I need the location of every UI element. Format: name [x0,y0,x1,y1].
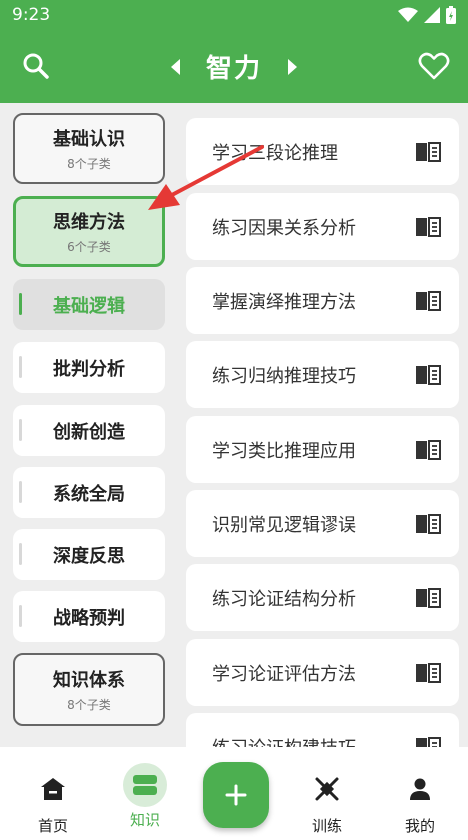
status-icons [398,6,456,24]
list-item[interactable]: 练习因果关系分析 [186,193,459,260]
indicator [19,481,22,503]
book-icon [416,365,441,385]
favorite-button[interactable] [418,50,450,82]
chevron-right-icon [288,58,297,75]
subcategory-systems[interactable]: 系统全局 [13,467,165,518]
category-card-basic-knowledge[interactable]: 基础认识 8个子类 [13,113,165,184]
profile-icon [410,778,430,800]
subcategory-label: 批判分析 [53,358,125,380]
knowledge-icon [133,775,157,795]
category-title: 思维方法 [53,212,125,233]
list-item[interactable]: 练习论证构建技巧 [186,713,459,747]
item-label: 练习归纳推理技巧 [212,365,356,387]
home-icon [41,778,65,800]
category-title: 基础认识 [53,129,125,150]
nav-training[interactable]: 训练 [292,747,362,840]
category-subtitle: 8个子类 [67,698,111,712]
indicator [19,543,22,565]
list-item[interactable]: 学习类比推理应用 [186,416,459,483]
nav-knowledge[interactable]: 知识 [110,747,180,840]
status-time: 9:23 [12,5,51,25]
list-item[interactable]: 识别常见逻辑谬误 [186,490,459,557]
indicator [19,419,22,441]
subcategory-label: 基础逻辑 [53,295,125,317]
item-label: 掌握演绎推理方法 [212,291,356,313]
book-icon [416,440,441,460]
item-label: 学习类比推理应用 [212,440,356,462]
active-indicator [19,293,22,315]
heart-icon [418,52,450,80]
category-card-thinking-methods[interactable]: 思维方法 6个子类 [13,196,165,267]
nav-icon-wrap [31,771,75,807]
nav-icon-wrap [305,771,349,807]
nav-label: 首页 [37,817,68,835]
nav-label: 我的 [404,817,435,835]
nav-profile[interactable]: 我的 [385,747,455,840]
subcategory-innovation[interactable]: 创新创造 [13,405,165,456]
book-icon [416,663,441,683]
book-icon [416,588,441,608]
subcategory-strategy[interactable]: 战略预判 [13,591,165,642]
category-sidebar[interactable]: 基础认识 8个子类 思维方法 6个子类 基础逻辑 批判分析 创新创造 系统全局 … [0,103,178,747]
chevron-left-icon [170,58,180,75]
nav-label: 知识 [129,811,160,829]
prev-button[interactable] [168,57,182,77]
book-icon [416,514,441,534]
nav-label: 训练 [311,817,342,835]
subcategory-critical-analysis[interactable]: 批判分析 [13,342,165,393]
add-button[interactable] [203,762,269,828]
book-icon [416,291,441,311]
item-label: 学习论证评估方法 [212,663,356,685]
title-group: 智力 [0,48,468,85]
battery-icon [446,6,456,24]
item-label: 练习因果关系分析 [212,217,356,239]
indicator [19,356,22,378]
category-card-knowledge-system[interactable]: 知识体系 8个子类 [13,653,165,726]
app-bar: 智力 [0,30,468,103]
subcategory-label: 战略预判 [53,607,125,629]
next-button[interactable] [286,57,300,77]
plus-icon [225,784,247,806]
subcategory-basic-logic[interactable]: 基础逻辑 [13,279,165,330]
list-item[interactable]: 学习论证评估方法 [186,639,459,706]
category-title: 知识体系 [53,670,125,691]
training-icon [315,777,339,801]
list-item[interactable]: 练习归纳推理技巧 [186,341,459,408]
item-label: 学习三段论推理 [212,142,338,164]
subcategory-reflection[interactable]: 深度反思 [13,529,165,580]
category-subtitle: 8个子类 [67,157,111,171]
subcategory-label: 创新创造 [53,421,125,443]
list-item[interactable]: 练习论证结构分析 [186,564,459,631]
page-title: 智力 [205,54,262,84]
book-icon [416,737,441,747]
book-icon [416,217,441,237]
item-label: 练习论证结构分析 [212,588,356,610]
nav-icon-wrap [398,771,442,807]
wifi-icon [398,7,418,22]
topic-list[interactable]: 学习三段论推理 练习因果关系分析 掌握演绎推理方法 练习归纳推理技巧 学习类比推… [186,103,459,747]
signal-icon [424,7,440,23]
list-item[interactable]: 掌握演绎推理方法 [186,267,459,334]
bottom-nav: 首页 知识 训练 我的 [0,747,468,840]
subcategory-label: 深度反思 [53,545,125,567]
nav-home[interactable]: 首页 [18,747,88,840]
subcategory-label: 系统全局 [53,483,125,505]
item-label: 识别常见逻辑谬误 [212,514,356,536]
list-item[interactable]: 学习三段论推理 [186,118,459,185]
indicator [19,605,22,627]
status-bar: 9:23 [0,0,468,30]
app-header: 9:23 智力 [0,0,468,103]
book-icon [416,142,441,162]
item-label: 练习论证构建技巧 [212,734,356,748]
category-subtitle: 6个子类 [67,240,111,254]
nav-icon-wrap [123,763,167,807]
